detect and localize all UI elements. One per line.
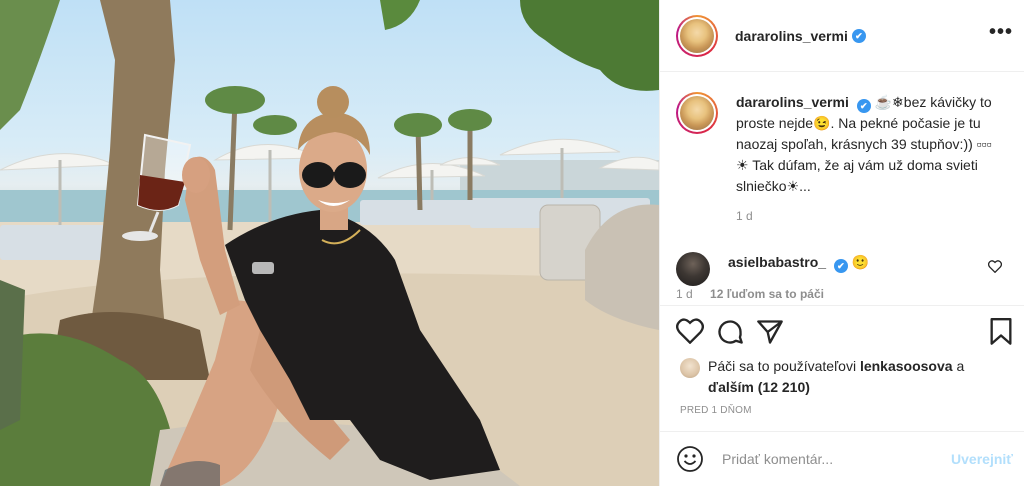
- emoji-icon[interactable]: [676, 445, 704, 473]
- commenter-avatar[interactable]: [676, 252, 710, 286]
- caption-author[interactable]: dararolins_vermi: [736, 94, 849, 110]
- author-username[interactable]: dararolins_vermi: [735, 28, 848, 44]
- caption: dararolins_vermi ✔ ☕❄bez kávičky to pros…: [676, 92, 1016, 223]
- heart-icon[interactable]: [676, 318, 704, 344]
- comment-meta: 1 d 12 ľuďom sa to páči: [676, 287, 824, 301]
- comment-likes[interactable]: 12 ľuďom sa to páči: [710, 287, 824, 301]
- instagram-post: dararolins_vermi ✔ ••• dararolins_vermi …: [0, 0, 1024, 486]
- comment-icon[interactable]: [716, 318, 744, 346]
- post-header: dararolins_vermi ✔ •••: [660, 0, 1024, 72]
- post-panel: dararolins_vermi ✔ ••• dararolins_vermi …: [659, 0, 1024, 486]
- comment-like-icon[interactable]: [988, 260, 1002, 273]
- liked-by: Páči sa to používateľovi lenkasoosova a …: [680, 356, 1010, 398]
- post-comment-button[interactable]: Uverejniť: [951, 451, 1013, 467]
- bookmark-icon[interactable]: [988, 318, 1014, 346]
- verified-badge-icon: ✔: [851, 28, 866, 43]
- share-icon[interactable]: [756, 318, 784, 346]
- action-bar: [676, 318, 1016, 348]
- post-timeago[interactable]: PRED 1 DŇOM: [680, 405, 752, 416]
- verified-badge-icon: ✔: [856, 99, 871, 113]
- caption-author-avatar[interactable]: [676, 92, 718, 134]
- verified-badge-icon: ✔: [833, 259, 848, 273]
- divider: [660, 305, 1024, 306]
- photo-illustration: [0, 0, 659, 486]
- caption-time[interactable]: 1 d: [736, 209, 996, 223]
- liker-avatar[interactable]: [680, 358, 700, 378]
- comment-author[interactable]: asielbabastro_: [728, 254, 826, 270]
- comment-input[interactable]: [722, 451, 942, 467]
- comment-text: 🙂: [851, 254, 870, 270]
- more-options-icon[interactable]: •••: [989, 22, 1013, 42]
- author-avatar[interactable]: [676, 14, 718, 57]
- liked-by-prefix: Páči sa to používateľovi: [708, 358, 857, 374]
- liked-by-others[interactable]: ďalším (12 210): [708, 379, 810, 395]
- liked-by-joiner: a: [956, 358, 965, 374]
- comment-box: Uverejniť: [660, 431, 1024, 486]
- post-photo[interactable]: [0, 0, 659, 486]
- comment: asielbabastro_ ✔ 🙂: [676, 252, 1016, 286]
- comment-time[interactable]: 1 d: [676, 287, 693, 301]
- liked-by-user[interactable]: lenkasoosova: [860, 358, 953, 374]
